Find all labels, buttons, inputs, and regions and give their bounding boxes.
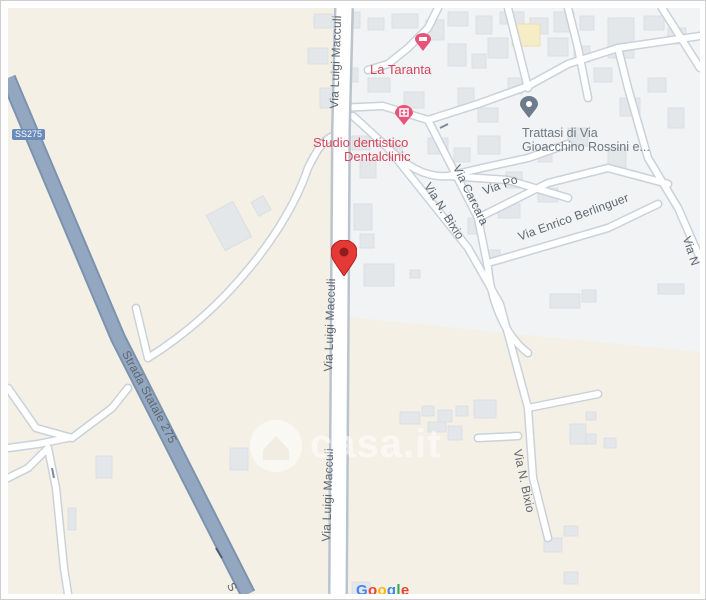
map-frame: SS275 La Taranta Studio dentistico Denta… xyxy=(0,0,706,600)
poi-dentist-sub[interactable]: Dentalclinic xyxy=(344,149,410,164)
map-layers xyxy=(8,8,700,594)
hotel-icon[interactable] xyxy=(415,33,431,51)
location-pin-icon[interactable] xyxy=(331,240,357,276)
map-canvas[interactable]: SS275 La Taranta Studio dentistico Denta… xyxy=(8,8,700,594)
casa-watermark: casa.it xyxy=(310,422,442,466)
ss275-shield: SS275 xyxy=(12,129,46,140)
poi-trattasi-line1[interactable]: Trattasi di Via xyxy=(522,126,598,140)
poi-la-taranta[interactable]: La Taranta xyxy=(370,62,431,77)
grey-place-pin-icon[interactable] xyxy=(520,96,538,118)
dentist-icon[interactable] xyxy=(395,105,413,125)
strada-statale-275 xyxy=(8,75,254,594)
poi-dentist-name[interactable]: Studio dentistico xyxy=(313,135,408,150)
google-logo: Google xyxy=(356,582,410,594)
casa-house-icon xyxy=(250,420,302,472)
poi-trattasi-line2[interactable]: Gioacchino Rossini e... xyxy=(522,140,650,154)
